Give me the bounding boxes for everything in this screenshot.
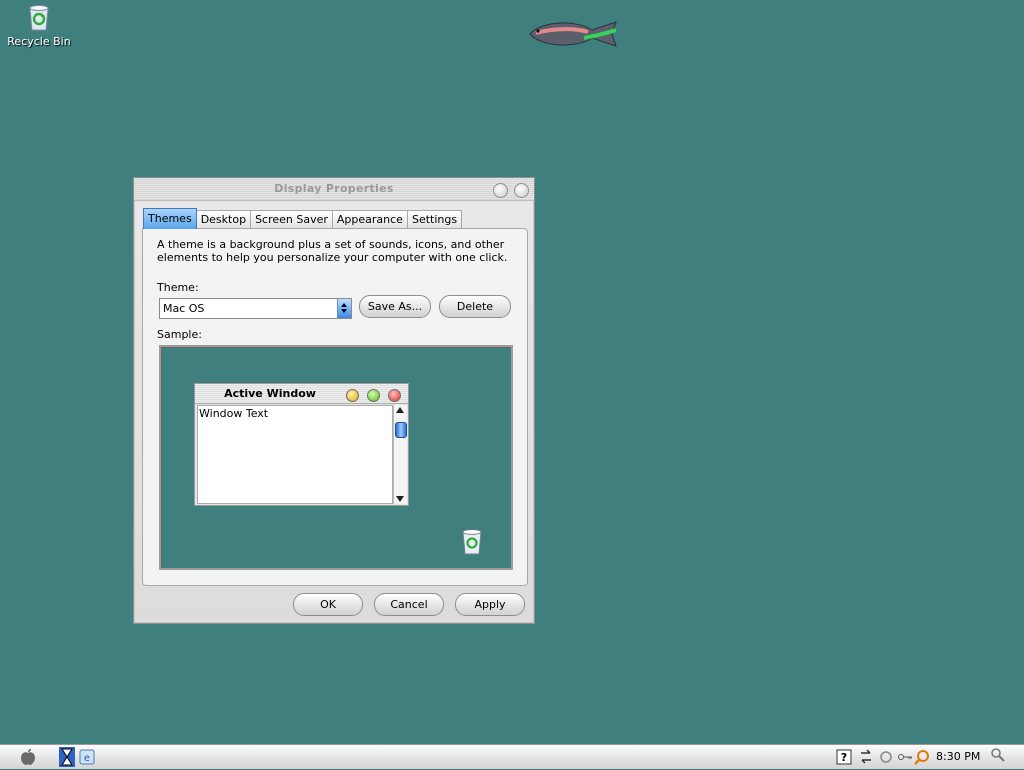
minimize-button[interactable] — [493, 183, 508, 198]
sync-icon[interactable] — [878, 749, 894, 765]
recycle-bin-icon — [459, 527, 485, 555]
hourglass-icon[interactable] — [59, 747, 75, 767]
tab-strip: Themes Desktop Screen Saver Appearance S… — [143, 208, 463, 229]
scroll-down-icon — [396, 496, 404, 502]
recycle-bin-icon — [24, 2, 54, 32]
sample-window-text: Window Text — [197, 405, 393, 504]
help-icon[interactable]: ? — [836, 749, 852, 765]
scroll-up-icon — [396, 407, 404, 413]
sample-active-window: Active Window Window Text — [194, 383, 409, 506]
network-icon[interactable] — [858, 749, 874, 765]
apply-button[interactable]: Apply — [455, 593, 525, 616]
tab-screen-saver[interactable]: Screen Saver — [250, 210, 333, 229]
spotlight-search-icon[interactable] — [990, 747, 1006, 763]
scroll-thumb — [395, 422, 407, 438]
desktop-icon-label: Recycle Bin — [7, 35, 71, 48]
sample-scrollbar — [393, 405, 407, 504]
tab-themes[interactable]: Themes — [143, 208, 197, 229]
taskbar: e ? 8:30 PM — [0, 744, 1024, 769]
theme-description: A theme is a background plus a set of so… — [157, 238, 508, 264]
dialog-titlebar[interactable]: Display Properties — [134, 178, 534, 201]
display-properties-dialog: Display Properties Themes Desktop Screen… — [133, 177, 535, 624]
save-as-button[interactable]: Save As... — [359, 295, 431, 318]
sample-window-title: Active Window — [224, 387, 316, 400]
theme-sample-preview: Active Window Window Text — [159, 345, 513, 570]
delete-button[interactable]: Delete — [439, 295, 511, 318]
minimize-dot-icon — [346, 389, 359, 402]
theme-dropdown[interactable]: Mac OS — [159, 298, 352, 319]
dialog-title: Display Properties — [274, 182, 394, 195]
fish-icon — [524, 16, 624, 52]
taskbar-clock: 8:30 PM — [936, 750, 981, 763]
sample-window-titlebar: Active Window — [195, 384, 408, 404]
dropdown-arrow-icon[interactable] — [337, 299, 351, 318]
ok-button[interactable]: OK — [293, 593, 363, 616]
close-button[interactable] — [514, 183, 529, 198]
cancel-button[interactable]: Cancel — [374, 593, 444, 616]
theme-label: Theme: — [157, 281, 199, 294]
svg-text:?: ? — [841, 751, 847, 764]
tab-settings[interactable]: Settings — [406, 210, 463, 229]
svg-text:e: e — [84, 753, 90, 764]
apple-icon[interactable] — [20, 748, 36, 765]
key-icon[interactable] — [897, 749, 913, 765]
desktop-icon-recycle-bin[interactable]: Recycle Bin — [6, 2, 72, 48]
theme-dropdown-value: Mac OS — [163, 302, 205, 315]
close-dot-icon — [388, 389, 401, 402]
tab-desktop[interactable]: Desktop — [195, 210, 252, 229]
themes-panel: A theme is a background plus a set of so… — [142, 228, 528, 586]
sample-label: Sample: — [157, 328, 202, 341]
zoom-dot-icon — [367, 389, 380, 402]
search-orange-icon[interactable] — [914, 749, 930, 765]
tab-appearance[interactable]: Appearance — [331, 210, 408, 229]
internet-explorer-icon[interactable]: e — [79, 749, 95, 765]
